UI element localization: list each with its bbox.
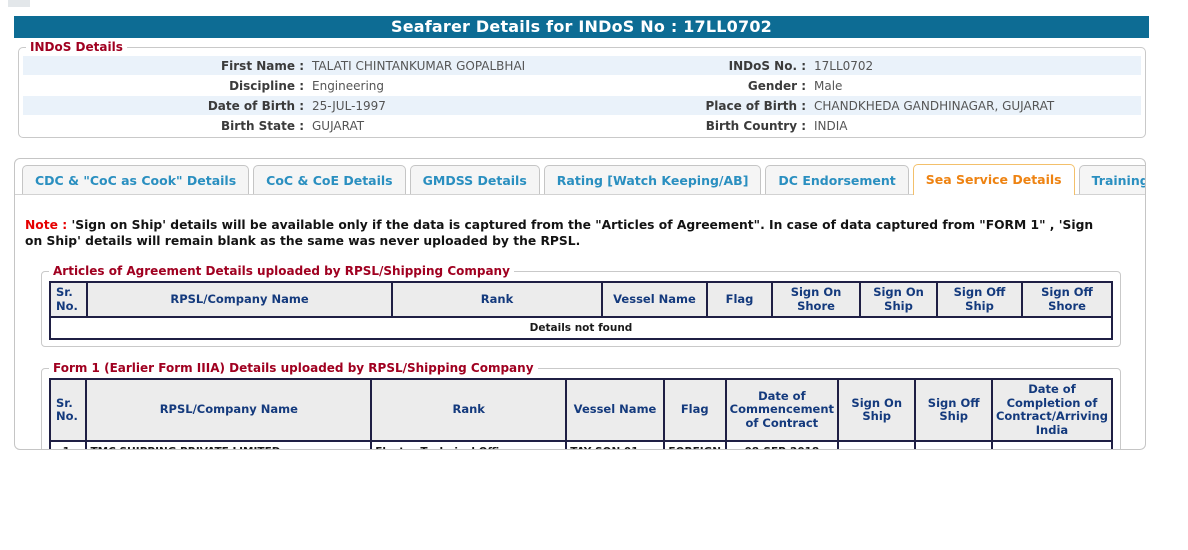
first-name-label: First Name : xyxy=(220,58,304,73)
indos-no-value: 17LL0702 xyxy=(814,58,874,73)
col-rpsl-company-name: RPSL/Company Name xyxy=(86,280,393,319)
col-sign-on-shore: Sign On Shore xyxy=(771,280,861,319)
note-label: Note : xyxy=(25,218,68,232)
birth-state-value: GUJARAT xyxy=(312,118,365,133)
discipline-label: Discipline : xyxy=(229,78,304,93)
tab-cdc-coc-as-cook-details[interactable]: CDC & "CoC as Cook" Details xyxy=(22,165,250,194)
details-not-found-message: Details not found xyxy=(49,316,1113,341)
indos-details-legend: INDoS Details xyxy=(26,40,127,54)
col-date-of-commencement: Date of Commencement of Contract xyxy=(724,378,840,443)
col-flag: Flag xyxy=(706,280,773,319)
col-sr-no: Sr. No. xyxy=(48,378,88,443)
cell-rank: Electro Technical Officer xyxy=(370,440,568,449)
col-sign-on-ship: Sign On Ship xyxy=(837,378,917,443)
tab-sea-service-details[interactable]: Sea Service Details xyxy=(912,164,1075,195)
indos-row-state: Birth State : GUJARAT Birth Country : IN… xyxy=(23,116,1141,135)
date-of-birth-label: Date of Birth : xyxy=(207,98,304,113)
col-rank: Rank xyxy=(391,280,603,319)
col-vessel-name: Vessel Name xyxy=(601,280,708,319)
cell-flag: FOREIGN xyxy=(662,440,727,449)
gender-value: Male xyxy=(814,78,843,93)
articles-of-agreement-section: Articles of Agreement Details uploaded b… xyxy=(41,264,1121,348)
discipline-value: Engineering xyxy=(312,78,384,93)
indos-row-discipline: Discipline : Engineering Gender : Male xyxy=(23,76,1141,95)
col-rank: Rank xyxy=(370,378,568,443)
tab-dc-endorsement[interactable]: DC Endorsement xyxy=(765,165,909,194)
page-corner-artifact xyxy=(8,0,30,7)
cell-date-of-completion xyxy=(990,440,1114,449)
sign-on-ship-note: Note : 'Sign on Ship' details will be av… xyxy=(25,218,1100,249)
seafarer-details-page: Seafarer Details for INDoS No : 17LL0702… xyxy=(0,0,1188,550)
articles-empty-row: Details not found xyxy=(49,316,1113,341)
cell-vessel-name: TAY SON 01 xyxy=(565,440,665,449)
cell-date-of-commencement: 08-SEP-2018 xyxy=(724,440,840,449)
tab-gmdss-details[interactable]: GMDSS Details xyxy=(409,165,540,194)
date-of-birth-value: 25-JUL-1997 xyxy=(312,98,386,113)
place-of-birth-value: CHANDKHEDA GANDHINAGAR, GUJARAT xyxy=(814,98,1055,113)
page-title: Seafarer Details for INDoS No : 17LL0702 xyxy=(14,16,1149,38)
birth-state-label: Birth State : xyxy=(221,118,304,133)
birth-country-value: INDIA xyxy=(814,118,848,133)
cell-sign-on-ship xyxy=(837,440,917,449)
col-sr-no: Sr. No. xyxy=(49,280,88,319)
tab-training-details[interactable]: Training Details xyxy=(1078,165,1145,194)
cell-sr-no: 1. xyxy=(48,440,88,449)
tab-strip: CDC & "CoC as Cook" Details CoC & CoE De… xyxy=(15,159,1145,195)
col-date-of-completion: Date of Completion of Contract/Arriving … xyxy=(990,378,1114,443)
birth-country-label: Birth Country : xyxy=(705,118,806,133)
indos-no-label: INDoS No. : xyxy=(728,58,806,73)
note-text: 'Sign on Ship' details will be available… xyxy=(25,218,1094,248)
indos-details-section: INDoS Details First Name : TALATI CHINTA… xyxy=(18,40,1146,138)
col-flag: Flag xyxy=(662,378,727,443)
form1-details-section: Form 1 (Earlier Form IIIA) Details uploa… xyxy=(41,361,1121,449)
gender-label: Gender : xyxy=(747,78,806,93)
sea-service-tab-content: Note : 'Sign on Ship' details will be av… xyxy=(15,195,1145,449)
col-vessel-name: Vessel Name xyxy=(565,378,665,443)
indos-row-birth: Date of Birth : 25-JUL-1997 Place of Bir… xyxy=(23,96,1141,115)
indos-row-name: First Name : TALATI CHINTANKUMAR GOPALBH… xyxy=(23,56,1141,75)
col-rpsl-company-name: RPSL/Company Name xyxy=(85,378,373,443)
cell-rpsl-company-name: TMC SHIPPING PRIVATE LIMITED. xyxy=(85,440,373,449)
cell-sign-off-ship xyxy=(914,440,993,449)
col-sign-off-ship: Sign Off Ship xyxy=(936,280,1023,319)
col-sign-off-ship: Sign Off Ship xyxy=(914,378,993,443)
form1-data-row: 1. TMC SHIPPING PRIVATE LIMITED. Electro… xyxy=(48,440,1114,449)
col-sign-on-ship: Sign On Ship xyxy=(859,280,938,319)
articles-header-row: Sr. No. RPSL/Company Name Rank Vessel Na… xyxy=(49,280,1113,319)
form1-header-row: Sr. No. RPSL/Company Name Rank Vessel Na… xyxy=(48,378,1114,443)
first-name-value: TALATI CHINTANKUMAR GOPALBHAI xyxy=(312,58,526,73)
tab-coc-coe-details[interactable]: CoC & CoE Details xyxy=(253,165,406,194)
tab-rating-watch-keeping-ab[interactable]: Rating [Watch Keeping/AB] xyxy=(543,165,762,194)
articles-of-agreement-legend: Articles of Agreement Details uploaded b… xyxy=(49,264,514,278)
articles-of-agreement-table: Sr. No. RPSL/Company Name Rank Vessel Na… xyxy=(49,280,1113,341)
col-sign-off-shore: Sign Off Shore xyxy=(1021,280,1113,319)
details-tabs-panel: CDC & "CoC as Cook" Details CoC & CoE De… xyxy=(14,158,1146,450)
form1-details-table: Sr. No. RPSL/Company Name Rank Vessel Na… xyxy=(48,378,1114,449)
place-of-birth-label: Place of Birth : xyxy=(705,98,806,113)
form1-details-legend: Form 1 (Earlier Form IIIA) Details uploa… xyxy=(49,361,538,376)
